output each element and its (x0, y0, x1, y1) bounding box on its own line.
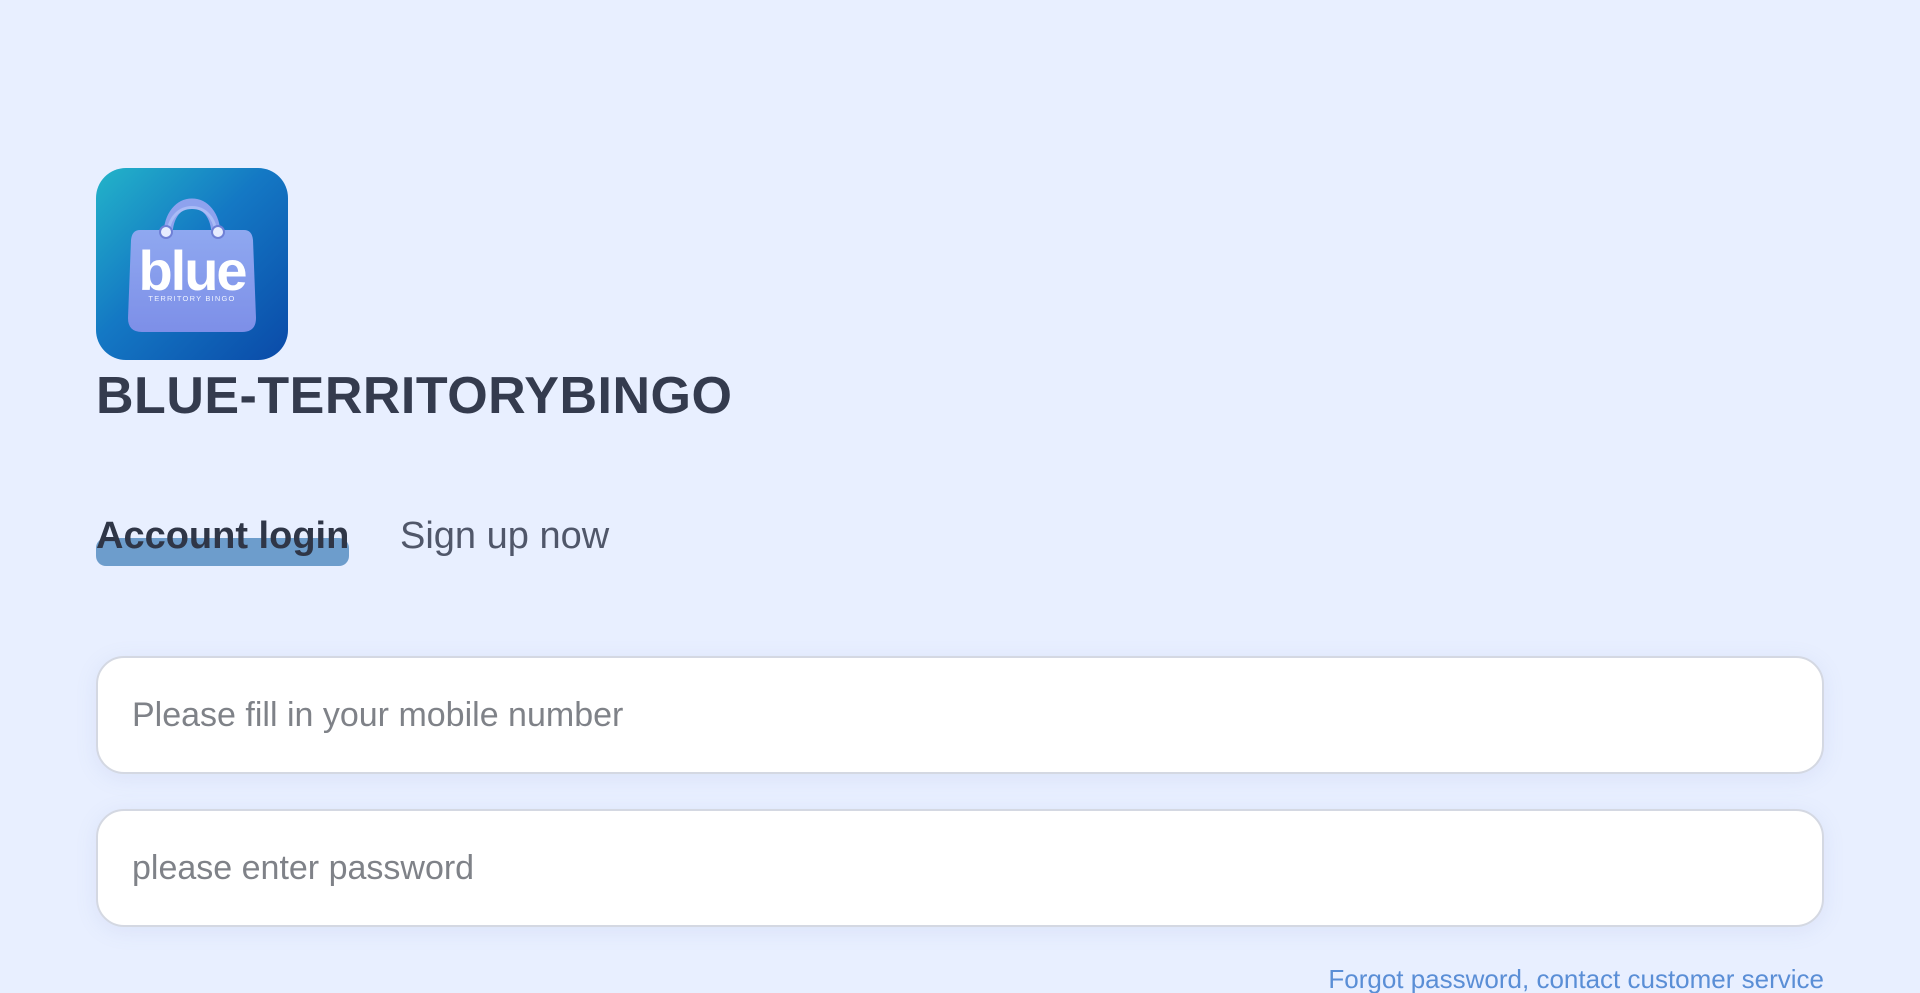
shopping-bag-icon: blue TERRITORY BINGO (128, 198, 256, 332)
auth-tabs: Account login Sign up now (96, 508, 796, 568)
password-field (96, 809, 1824, 927)
mobile-number-field (96, 656, 1824, 774)
login-page: blue TERRITORY BINGO BLUE-TERRITORYBINGO… (0, 0, 1920, 993)
password-input[interactable] (132, 811, 1782, 925)
app-logo: blue TERRITORY BINGO (96, 168, 288, 360)
tab-account-login[interactable]: Account login (96, 508, 349, 564)
logo-text: blue (138, 239, 246, 302)
logo-subtext: TERRITORY BINGO (148, 294, 235, 303)
mobile-number-input[interactable] (132, 658, 1782, 772)
tab-sign-up[interactable]: Sign up now (400, 508, 609, 564)
forgot-password-link[interactable]: Forgot password, contact customer servic… (1328, 964, 1824, 993)
brand-name: BLUE-TERRITORYBINGO (96, 367, 733, 425)
